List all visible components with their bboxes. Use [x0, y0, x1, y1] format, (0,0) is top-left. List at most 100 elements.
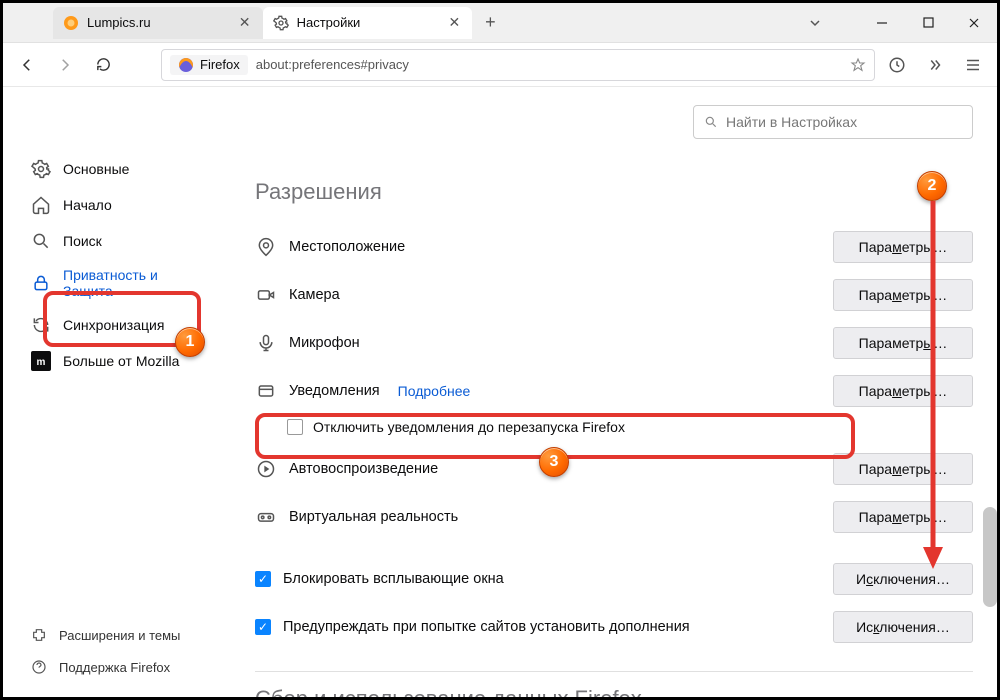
sidebar-item-search[interactable]: Поиск: [3, 223, 235, 259]
tab-label: Lumpics.ru: [87, 15, 151, 30]
sidebar-bottom-label: Расширения и темы: [59, 628, 180, 643]
perm-label: Микрофон: [289, 335, 360, 351]
notifications-disable-label: Отключить уведомления до перезапуска Fir…: [313, 419, 625, 435]
search-icon: [31, 231, 51, 251]
url-text: about:preferences#privacy: [256, 57, 409, 72]
appmenu-button[interactable]: [957, 49, 989, 81]
perm-label: Блокировать всплывающие окна: [283, 571, 504, 587]
gear-icon: [31, 159, 51, 179]
sidebar-support[interactable]: Поддержка Firefox: [3, 651, 235, 683]
settings-search-input[interactable]: Найти в Настройках: [693, 105, 973, 139]
perm-label: Уведомления: [289, 383, 380, 399]
popups-checkbox[interactable]: [255, 571, 271, 587]
scrollbar-thumb[interactable]: [983, 507, 997, 607]
forward-button[interactable]: [49, 49, 81, 81]
params-button-notifications[interactable]: Параметры…: [833, 375, 973, 407]
preferences-content: Основные Начало Поиск Приватность и Защи…: [3, 87, 997, 697]
perm-label: Местоположение: [289, 239, 405, 255]
bookmark-star-icon[interactable]: [850, 57, 866, 73]
maximize-button[interactable]: [905, 3, 951, 43]
exceptions-button-popups[interactable]: Исключения…: [833, 563, 973, 595]
mozilla-icon: m: [31, 351, 51, 371]
addons-warn-checkbox[interactable]: [255, 619, 271, 635]
titlebar: Lumpics.ru ✕ Настройки ✕ +: [3, 3, 997, 43]
sync-icon: [31, 315, 51, 335]
identity-box[interactable]: Firefox: [170, 55, 248, 75]
params-button-vr[interactable]: Параметры…: [833, 501, 973, 533]
identity-label: Firefox: [200, 57, 240, 72]
perm-label: Предупреждать при попытке сайтов установ…: [283, 619, 690, 635]
back-button[interactable]: [11, 49, 43, 81]
gear-icon: [273, 15, 289, 31]
minimize-button[interactable]: [859, 3, 905, 43]
microphone-icon: [255, 332, 277, 354]
overflow-button[interactable]: [919, 49, 951, 81]
params-button-autoplay[interactable]: Параметры…: [833, 453, 973, 485]
svg-text:m: m: [37, 357, 46, 368]
collection-heading: Сбор и использование данных Firefox: [255, 686, 973, 697]
notifications-disable-row: Отключить уведомления до перезапуска Fir…: [255, 415, 973, 445]
sidebar-item-label: Больше от Mozilla: [63, 353, 179, 369]
prefs-main: Найти в Настройках Разрешения Местополож…: [235, 87, 997, 697]
perm-vr: Виртуальная реальность Параметры…: [255, 493, 973, 541]
perm-label: Автовоспроизведение: [289, 461, 438, 477]
sidebar-item-label: Синхронизация: [63, 317, 164, 333]
camera-icon: [255, 284, 277, 306]
firefox-icon: [178, 57, 194, 73]
notification-icon: [255, 380, 277, 402]
close-icon[interactable]: ✕: [446, 15, 462, 31]
perm-label: Виртуальная реальность: [289, 509, 458, 525]
location-icon: [255, 236, 277, 258]
sidebar-bottom-label: Поддержка Firefox: [59, 660, 170, 675]
lock-icon: [31, 273, 51, 293]
close-window-button[interactable]: [951, 3, 997, 43]
home-icon: [31, 195, 51, 215]
reload-button[interactable]: [87, 49, 119, 81]
params-button-camera[interactable]: Параметры…: [833, 279, 973, 311]
tab-settings[interactable]: Настройки ✕: [263, 7, 473, 39]
perm-location: Местоположение Параметры…: [255, 223, 973, 271]
params-button-microphone[interactable]: Параметры…: [833, 327, 973, 359]
perm-addons-warn: Предупреждать при попытке сайтов установ…: [255, 603, 973, 651]
autoplay-icon: [255, 458, 277, 480]
sidebar-item-label: Приватность и Защита: [63, 267, 183, 299]
exceptions-button-addons[interactable]: Исключения…: [833, 611, 973, 643]
notifications-more-link[interactable]: Подробнее: [398, 383, 471, 399]
perm-notifications: Уведомления Подробнее Параметры…: [255, 367, 973, 415]
search-placeholder: Найти в Настройках: [726, 114, 857, 130]
sidebar-item-label: Поиск: [63, 233, 102, 249]
history-button[interactable]: [881, 49, 913, 81]
section-divider: [255, 671, 973, 672]
sidebar-item-privacy[interactable]: Приватность и Защита: [3, 259, 235, 307]
prefs-sidebar: Основные Начало Поиск Приватность и Защи…: [3, 87, 235, 697]
puzzle-icon: [31, 627, 47, 643]
sidebar-item-mozilla[interactable]: m Больше от Mozilla: [3, 343, 235, 379]
perm-label: Камера: [289, 287, 340, 303]
tab-label: Настройки: [297, 15, 361, 30]
help-icon: [31, 659, 47, 675]
notifications-disable-checkbox[interactable]: [287, 419, 303, 435]
sidebar-item-label: Основные: [63, 161, 129, 177]
perm-autoplay: Автовоспроизведение Параметры…: [255, 445, 973, 493]
permissions-heading: Разрешения: [255, 179, 973, 205]
tab-strip: Lumpics.ru ✕ Настройки ✕ +: [3, 3, 504, 42]
browser-window: Lumpics.ru ✕ Настройки ✕ +: [0, 0, 1000, 700]
perm-microphone: Микрофон Параметры…: [255, 319, 973, 367]
params-button-location[interactable]: Параметры…: [833, 231, 973, 263]
close-icon[interactable]: ✕: [237, 15, 253, 31]
search-icon: [704, 115, 718, 129]
sidebar-item-home[interactable]: Начало: [3, 187, 235, 223]
sidebar-item-general[interactable]: Основные: [3, 151, 235, 187]
vr-icon: [255, 506, 277, 528]
sidebar-item-label: Начало: [63, 197, 112, 213]
perm-camera: Камера Параметры…: [255, 271, 973, 319]
sidebar-item-sync[interactable]: Синхронизация: [3, 307, 235, 343]
sidebar-extensions[interactable]: Расширения и темы: [3, 619, 235, 651]
new-tab-button[interactable]: +: [476, 9, 504, 37]
perm-popups: Блокировать всплывающие окна Исключения…: [255, 555, 973, 603]
tab-lumpics[interactable]: Lumpics.ru ✕: [53, 7, 263, 39]
url-bar[interactable]: Firefox about:preferences#privacy: [161, 49, 875, 81]
tabs-dropdown-icon[interactable]: [801, 9, 829, 37]
nav-toolbar: Firefox about:preferences#privacy: [3, 43, 997, 87]
lumpics-favicon: [63, 15, 79, 31]
